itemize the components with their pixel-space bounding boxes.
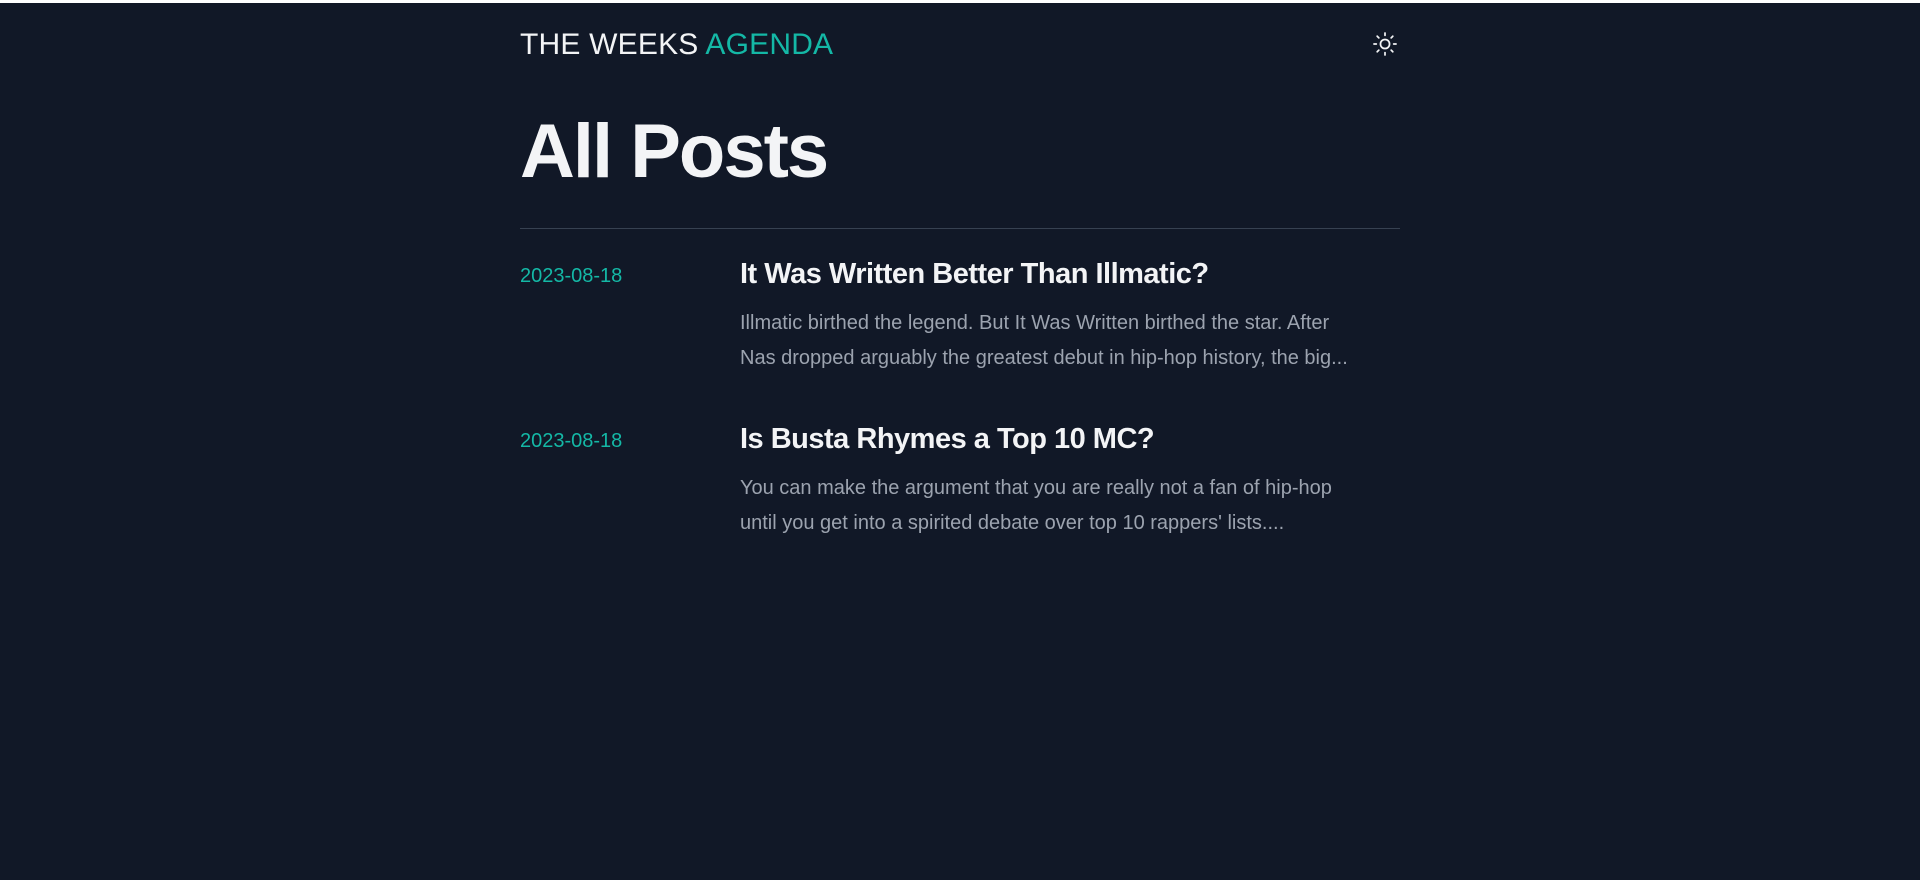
logo-accent-text: AGENDA xyxy=(705,28,834,61)
post-excerpt: Illmatic birthed the legend. But It Was … xyxy=(740,306,1402,376)
site-logo[interactable]: THE WEEKS AGENDA xyxy=(520,26,833,64)
site-header: THE WEEKS AGENDA xyxy=(520,3,1400,83)
page-frame: THE WEEKS AGENDA All Posts 2023-08-18 It… xyxy=(0,3,1920,880)
page-title: All Posts xyxy=(520,109,829,194)
theme-toggle-button[interactable] xyxy=(1370,29,1400,59)
post-date: 2023-08-18 xyxy=(520,430,623,452)
post-date: 2023-08-18 xyxy=(520,265,623,287)
post-excerpt: You can make the argument that you are r… xyxy=(740,471,1402,541)
post-excerpt-line: Nas dropped arguably the greatest debut … xyxy=(740,347,1348,369)
post-title-link[interactable]: It Was Written Better Than Illmatic? xyxy=(740,256,1209,292)
content-container: THE WEEKS AGENDA All Posts 2023-08-18 It… xyxy=(520,3,1400,534)
post-excerpt-line: until you get into a spirited debate ove… xyxy=(740,512,1285,534)
logo-text: THE WEEKS xyxy=(520,28,706,61)
post-title-link[interactable]: Is Busta Rhymes a Top 10 MC? xyxy=(740,421,1155,457)
divider xyxy=(520,228,1400,229)
post-excerpt-line: You can make the argument that you are r… xyxy=(740,477,1332,499)
post-excerpt-line: Illmatic birthed the legend. But It Was … xyxy=(740,312,1330,334)
sun-icon xyxy=(1372,31,1398,57)
